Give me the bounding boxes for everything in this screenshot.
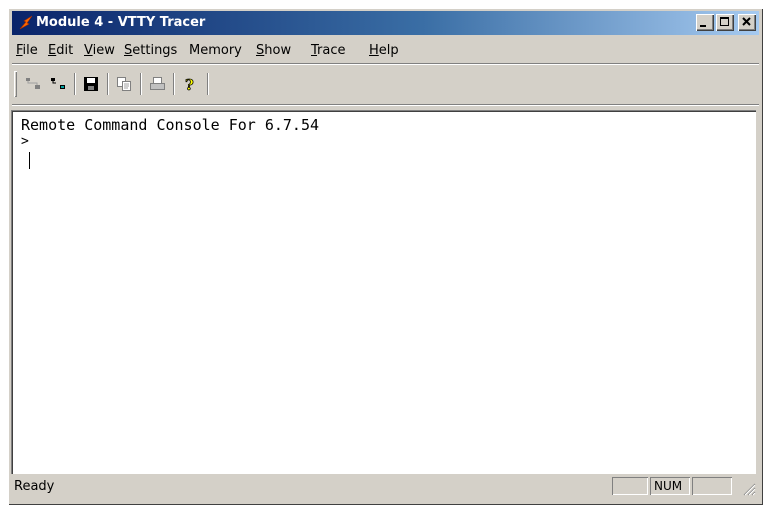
menu-edit[interactable]: Edit — [48, 43, 73, 58]
toolbar-separator — [74, 73, 76, 95]
toolbar-separator — [173, 73, 175, 95]
save-button[interactable] — [80, 73, 103, 95]
menu-settings[interactable]: Settings — [124, 43, 177, 58]
print-icon — [150, 77, 165, 90]
toolbar-divider — [12, 104, 759, 106]
tracer-app-icon[interactable] — [18, 15, 34, 31]
copy-button[interactable] — [113, 73, 136, 95]
toolbar-grip[interactable] — [14, 71, 17, 97]
connect-button[interactable] — [22, 73, 45, 95]
close-button[interactable] — [738, 14, 756, 31]
disconnect-icon — [51, 78, 65, 89]
toolbar-separator — [140, 73, 142, 95]
window-title: Module 4 - VTTY Tracer — [36, 15, 206, 30]
menu-divider — [12, 63, 759, 65]
status-bar: Ready NUM — [12, 476, 756, 496]
print-button[interactable] — [146, 73, 169, 95]
console-output[interactable]: Remote Command Console For 6.7.54 > — [11, 110, 756, 474]
menu-file[interactable]: File — [16, 43, 38, 58]
svg-text:?: ? — [185, 76, 194, 92]
menu-memory[interactable]: Memory — [189, 43, 242, 58]
title-bar[interactable]: Module 4 - VTTY Tracer — [12, 11, 759, 35]
console-prompt: > — [21, 134, 29, 149]
save-icon — [84, 77, 98, 91]
status-panel-caps — [612, 477, 648, 495]
toolbar-separator — [107, 73, 109, 95]
disconnect-button[interactable] — [47, 73, 70, 95]
menu-trace[interactable]: Trace — [311, 43, 346, 58]
status-panel-scroll — [692, 477, 732, 495]
help-button[interactable]: ? — [179, 73, 202, 95]
close-icon — [742, 17, 751, 26]
minimize-button[interactable] — [696, 14, 714, 31]
help-icon: ? — [185, 76, 195, 92]
status-panel-num: NUM — [650, 477, 690, 495]
resize-grip-icon[interactable] — [740, 480, 756, 496]
status-text: Ready — [14, 479, 55, 494]
copy-icon — [117, 77, 131, 91]
maximize-button[interactable] — [716, 14, 734, 31]
text-cursor — [29, 152, 30, 169]
connect-icon — [26, 78, 40, 89]
menu-help[interactable]: Help — [369, 43, 399, 58]
console-banner: Remote Command Console For 6.7.54 — [21, 116, 320, 134]
toolbar: ? — [14, 70, 276, 100]
minimize-icon — [700, 25, 706, 27]
toolbar-separator — [207, 73, 209, 95]
menu-show[interactable]: Show — [256, 43, 291, 58]
menu-view[interactable]: View — [84, 43, 115, 58]
maximize-icon — [720, 17, 729, 26]
menu-bar: File Edit View Settings Memory Show Trac… — [12, 39, 759, 61]
